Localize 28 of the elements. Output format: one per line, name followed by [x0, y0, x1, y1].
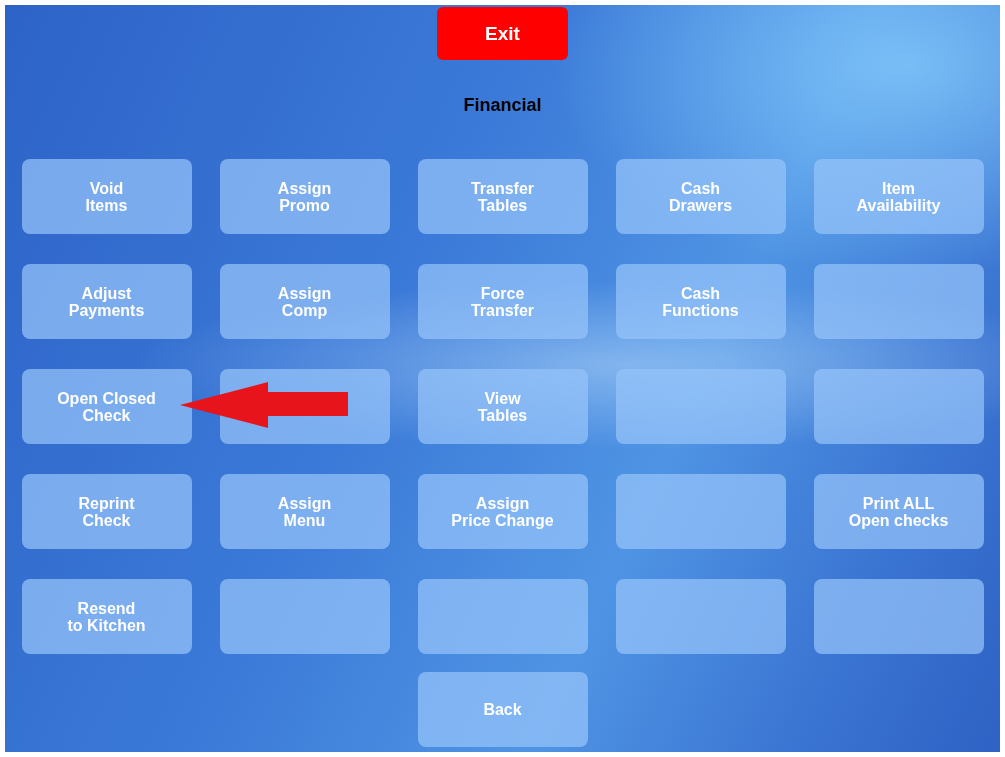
function-button[interactable]: Assign Price Change	[417, 474, 588, 549]
function-button[interactable]: Void Items	[21, 159, 192, 234]
blank-button[interactable]	[813, 579, 984, 654]
blank-button[interactable]	[219, 579, 390, 654]
blank-button[interactable]	[615, 474, 786, 549]
function-button[interactable]: Reprint Check	[21, 474, 192, 549]
function-button[interactable]: Cash Drawers	[615, 159, 786, 234]
blank-button[interactable]	[813, 369, 984, 444]
blank-button[interactable]	[615, 579, 786, 654]
function-button[interactable]: Resend to Kitchen	[21, 579, 192, 654]
function-button[interactable]: Transfer Tables	[417, 159, 588, 234]
function-button[interactable]: Cash Functions	[615, 264, 786, 339]
function-button[interactable]: Assign Menu	[219, 474, 390, 549]
function-button[interactable]: Print ALL Open checks	[813, 474, 984, 549]
function-button[interactable]: View Tables	[417, 369, 588, 444]
function-button[interactable]: Item Availability	[813, 159, 984, 234]
function-button[interactable]: Force Transfer	[417, 264, 588, 339]
function-button[interactable]: Open Closed Check	[21, 369, 192, 444]
function-button[interactable]: Assign Promo	[219, 159, 390, 234]
arrow-icon	[180, 382, 348, 428]
screen-title: Financial	[463, 94, 542, 116]
exit-button[interactable]: Exit	[437, 7, 568, 60]
back-button[interactable]: Back	[417, 672, 588, 747]
blank-button[interactable]	[417, 579, 588, 654]
blank-button[interactable]	[615, 369, 786, 444]
function-button[interactable]: Assign Comp	[219, 264, 390, 339]
blank-button[interactable]	[813, 264, 984, 339]
function-button[interactable]: Adjust Payments	[21, 264, 192, 339]
